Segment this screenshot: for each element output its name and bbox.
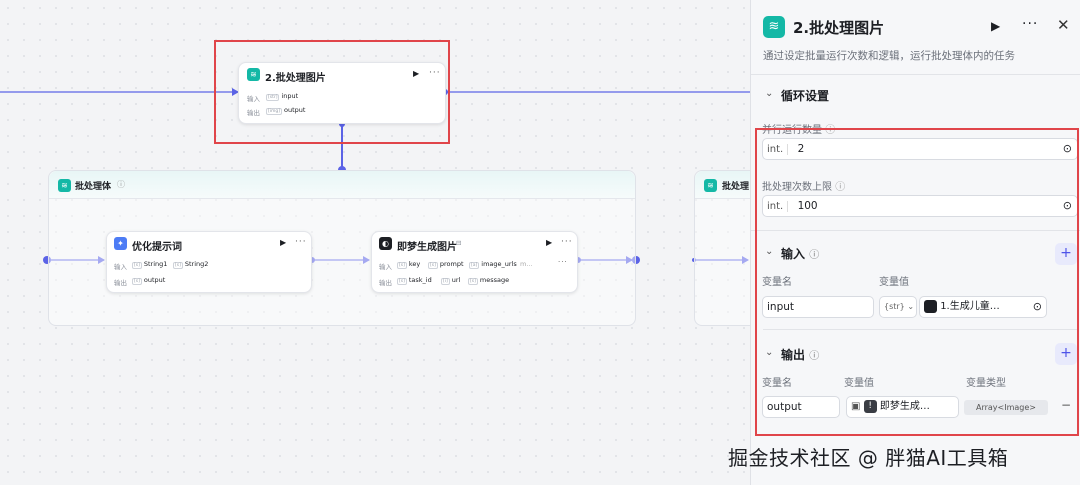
panel-node-icon: ≋ (763, 16, 785, 38)
more-icon[interactable]: ··· (1022, 16, 1038, 32)
output-tag: [s] message (468, 276, 510, 285)
loop-settings-title: 循环设置 (781, 89, 830, 103)
watermark: 掘金技术社区 @ 胖猫AI工具箱 (728, 446, 1009, 470)
panel-title: 2.批处理图片 (793, 19, 885, 37)
output-tag: [s] task_id (397, 276, 432, 285)
input-tag: [s] String2 (173, 260, 209, 269)
batch-body-icon: ≋ (58, 179, 71, 192)
run-icon[interactable]: ▶ (991, 19, 1000, 33)
highlight-box-panel (755, 128, 1079, 436)
dream-icon: ◐ (379, 237, 392, 250)
more-icon[interactable]: ··· (561, 237, 573, 247)
input-tag: [a] image_urls (469, 260, 517, 269)
input-tag: [s] key (397, 260, 421, 269)
output-label: 输出 (379, 279, 392, 287)
output-tag: [i] url (441, 276, 461, 285)
optimize-title: 优化提示词 (132, 242, 182, 253)
close-icon[interactable]: ✕ (1057, 16, 1070, 34)
output-tag: [s] output (132, 276, 166, 285)
dream-image-node[interactable]: ◐ 即梦生成图片 ⊟ ▶ ··· 输入 [s] key [s] prompt [a]… (371, 231, 578, 293)
panel-description: 通过设定批量运行次数和逻辑，运行批处理体内的任务 (763, 50, 1015, 62)
input-label: 输入 (114, 263, 127, 271)
play-icon[interactable]: ▶ (546, 238, 552, 247)
play-icon[interactable]: ▶ (280, 238, 286, 247)
input-tag: m... (520, 260, 533, 268)
input-tag: [s] prompt (428, 260, 464, 269)
highlight-box-node (214, 40, 450, 144)
info-icon[interactable]: ⓘ (117, 179, 125, 190)
batch-right-title: 批处理 (722, 182, 750, 192)
plugin-icon: ⊟ (456, 239, 462, 247)
optimize-prompt-node[interactable]: ✦ 优化提示词 ▶ ··· 输入 [s] String1 [s] String2 输… (106, 231, 312, 293)
more-inputs-icon[interactable]: ··· (558, 258, 568, 266)
chevron-down-icon[interactable]: ⌄ (765, 88, 773, 99)
input-tag: [s] String1 (132, 260, 168, 269)
optimize-icon: ✦ (114, 237, 127, 250)
dream-title: 即梦生成图片 (397, 242, 457, 253)
output-label: 输出 (114, 279, 127, 287)
batch-body-title: 批处理体 (75, 182, 112, 192)
batch-right-icon: ≋ (704, 179, 717, 192)
more-icon[interactable]: ··· (295, 237, 307, 247)
input-label: 输入 (379, 263, 392, 271)
